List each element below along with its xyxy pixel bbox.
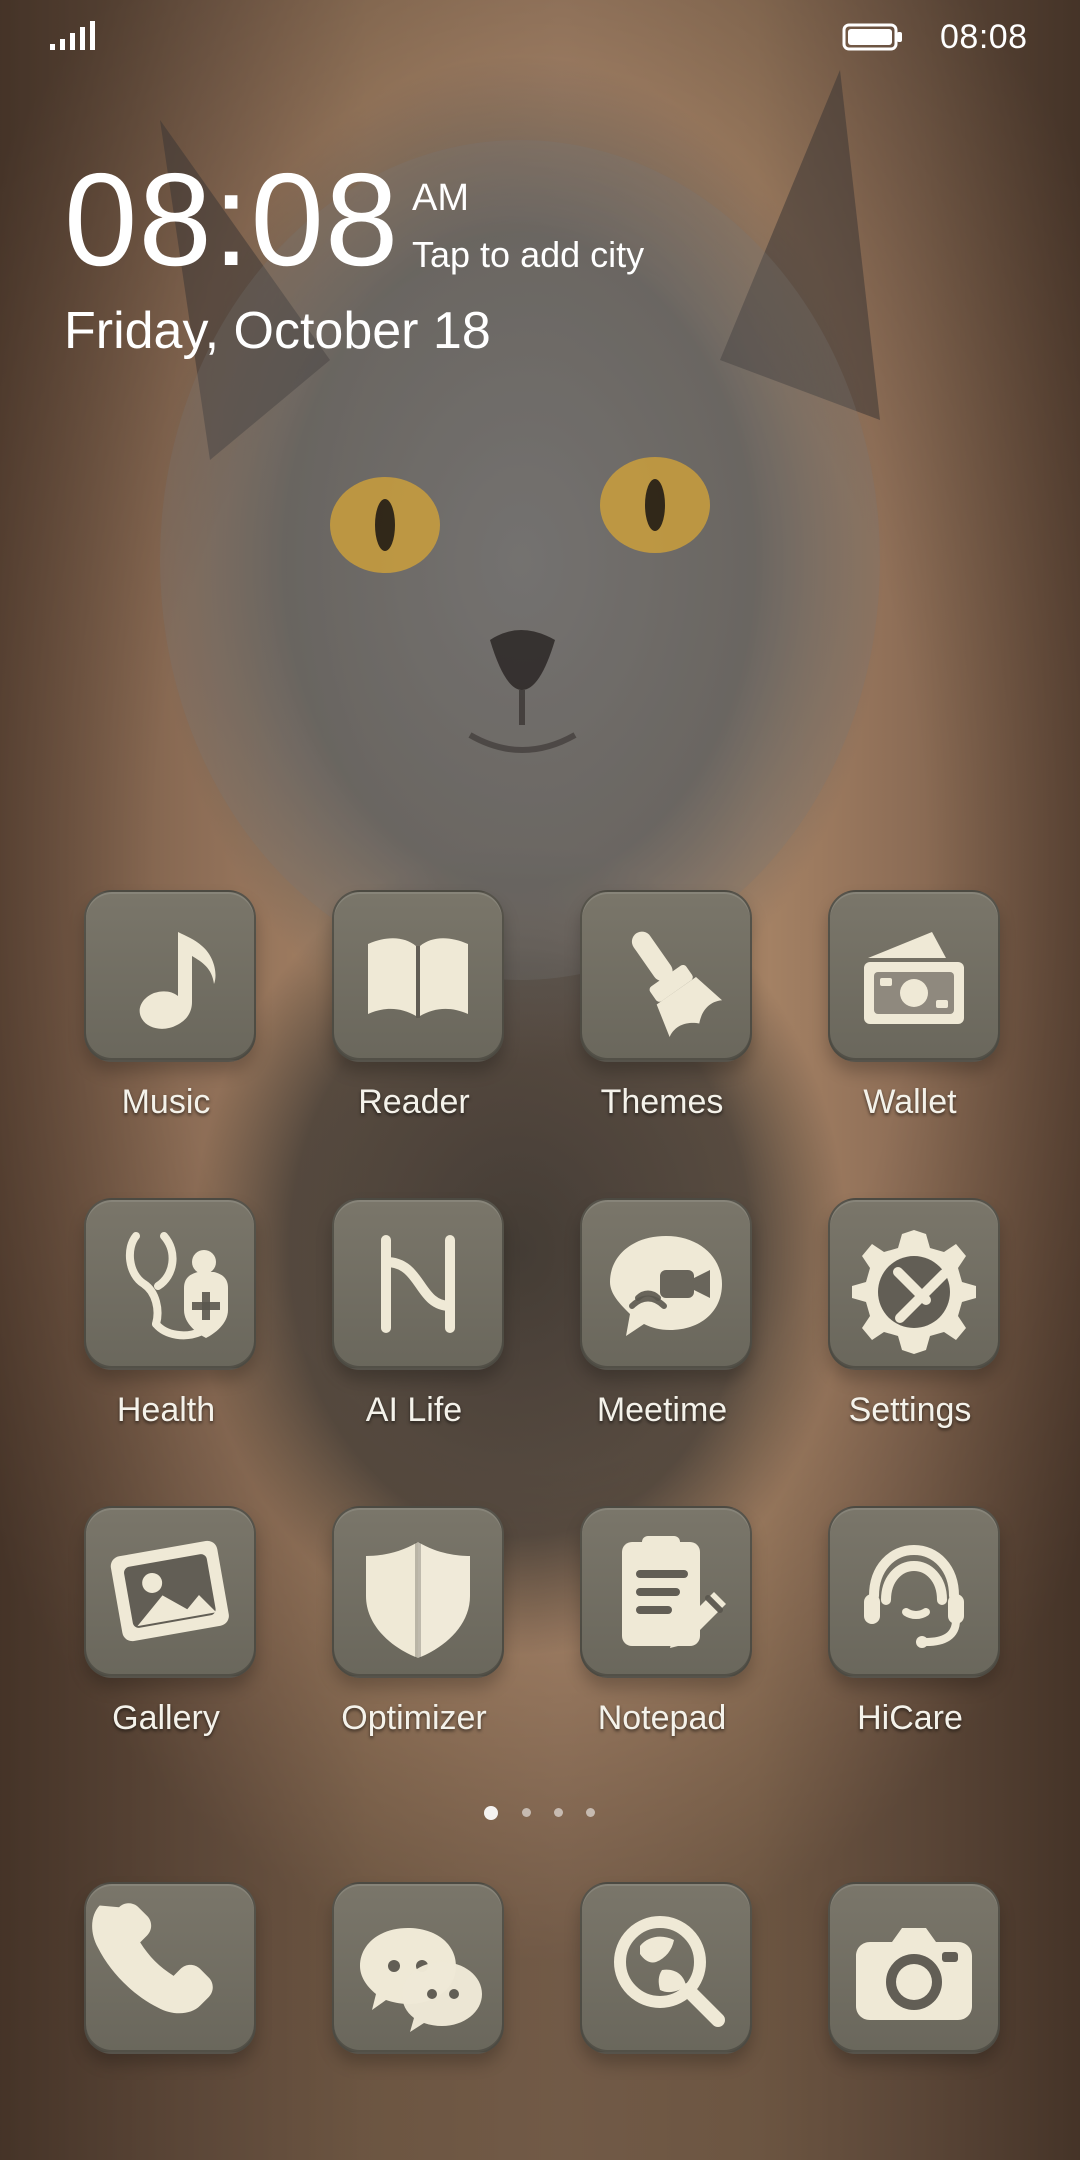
app-tile[interactable] <box>580 1882 752 2054</box>
wallet-icon <box>864 932 964 1024</box>
app-tile[interactable] <box>84 1198 256 1370</box>
clock-date: Friday, October 18 <box>64 302 491 360</box>
app-label: Notepad <box>597 1699 727 1737</box>
app-label: Reader <box>358 1083 470 1121</box>
app-tile[interactable] <box>84 1882 256 2054</box>
app-tile[interactable] <box>332 1198 504 1370</box>
stethoscope-icon <box>125 1232 228 1340</box>
page-indicator <box>480 1798 620 1824</box>
app-gallery[interactable]: Gallery <box>42 1506 290 1776</box>
app-reader[interactable]: Reader <box>290 890 538 1160</box>
signal-icon <box>48 18 100 52</box>
app-health[interactable]: Health <box>42 1198 290 1468</box>
page-dot-active <box>484 1806 498 1820</box>
clock-widget[interactable]: 08:08 AM Tap to add city Friday, October… <box>64 150 704 390</box>
shield-icon <box>366 1542 470 1658</box>
app-label: Themes <box>600 1083 724 1121</box>
notepad-icon <box>622 1536 726 1648</box>
app-tile[interactable] <box>580 1506 752 1678</box>
clock-time: 08:08 <box>64 146 400 293</box>
music-note-icon <box>139 932 216 1029</box>
app-label: Optimizer <box>341 1699 487 1737</box>
app-themes[interactable]: Themes <box>538 890 786 1160</box>
meetime-icon <box>610 1236 722 1336</box>
app-label: Settings <box>848 1391 972 1429</box>
app-label: Health <box>116 1391 216 1429</box>
gear-tools-icon <box>852 1230 976 1354</box>
dock-phone[interactable] <box>42 1882 290 2054</box>
app-tile[interactable] <box>580 1198 752 1370</box>
clock-ampm: AM <box>412 177 469 219</box>
app-tile[interactable] <box>84 1506 256 1678</box>
chat-bubbles-icon <box>360 1928 482 2032</box>
app-music[interactable]: Music <box>42 890 290 1160</box>
app-label: AI Life <box>365 1391 463 1429</box>
support-agent-icon <box>864 1544 964 1648</box>
app-tile[interactable] <box>332 890 504 1062</box>
page-dot <box>554 1808 563 1817</box>
app-tile[interactable] <box>332 1506 504 1678</box>
camera-icon <box>856 1928 972 2020</box>
app-tile[interactable] <box>84 890 256 1062</box>
gallery-icon <box>110 1540 229 1642</box>
phone-icon <box>92 1903 213 2014</box>
app-optimizer[interactable]: Optimizer <box>290 1506 538 1776</box>
dock-browser[interactable] <box>538 1882 786 2054</box>
status-time: 08:08 <box>940 18 1028 56</box>
app-tile[interactable] <box>828 1882 1000 2054</box>
app-settings[interactable]: Settings <box>786 1198 1034 1468</box>
app-label: Gallery <box>112 1699 220 1737</box>
dock-messaging[interactable] <box>290 1882 538 2054</box>
app-grid: Music Reader Themes Wallet Health AI Lif… <box>0 890 1080 1770</box>
battery-icon <box>842 22 904 52</box>
app-tile[interactable] <box>828 890 1000 1062</box>
app-tile[interactable] <box>580 890 752 1062</box>
app-tile[interactable] <box>332 1882 504 2054</box>
app-hicare[interactable]: HiCare <box>786 1506 1034 1776</box>
add-city-prompt[interactable]: Tap to add city <box>412 234 644 276</box>
app-label: Wallet <box>863 1083 957 1121</box>
ai-life-icon <box>381 1235 455 1333</box>
paintbrush-icon <box>631 931 723 1037</box>
app-label: HiCare <box>857 1699 963 1737</box>
app-wallet[interactable]: Wallet <box>786 890 1034 1160</box>
dock <box>0 1882 1080 2054</box>
app-meetime[interactable]: Meetime <box>538 1198 786 1468</box>
app-ai-life[interactable]: AI Life <box>290 1198 538 1468</box>
book-icon <box>368 938 468 1018</box>
app-tile[interactable] <box>828 1506 1000 1678</box>
page-dot <box>586 1808 595 1817</box>
page-dot <box>522 1808 531 1817</box>
app-label: Music <box>121 1083 211 1121</box>
app-notepad[interactable]: Notepad <box>538 1506 786 1776</box>
globe-search-icon <box>614 1916 725 2027</box>
dock-camera[interactable] <box>786 1882 1034 2054</box>
app-label: Meetime <box>596 1391 728 1429</box>
app-tile[interactable] <box>828 1198 1000 1370</box>
status-bar: 08:08 <box>0 0 1080 90</box>
